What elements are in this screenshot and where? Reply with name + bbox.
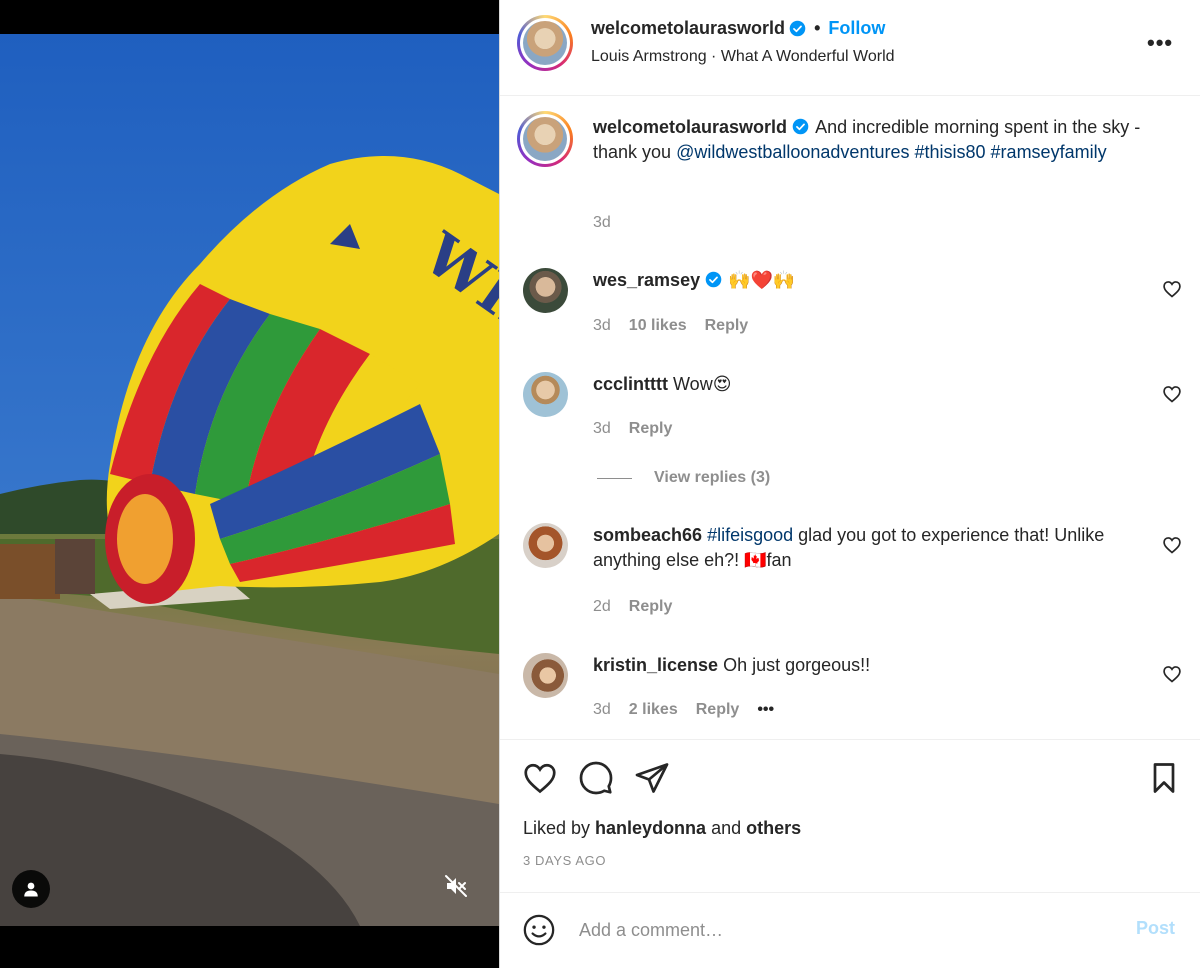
like-comment-heart-icon[interactable] xyxy=(1162,384,1182,404)
post-side-panel: welcometolaurasworld • Follow Louis Arms… xyxy=(499,0,1200,968)
reply-button[interactable]: Reply xyxy=(696,701,740,719)
comments-list[interactable]: welcometolaurasworld And incredible morni… xyxy=(500,97,1200,739)
comment-options-button[interactable]: ••• xyxy=(757,701,774,719)
like-comment-heart-icon[interactable] xyxy=(1162,535,1182,555)
user-icon xyxy=(24,882,38,897)
reply-button[interactable]: Reply xyxy=(629,598,673,616)
comment-meta: 2d Reply xyxy=(593,598,690,616)
video-frame[interactable]: WIL xyxy=(0,34,499,926)
caption-meta: 3d xyxy=(593,214,629,232)
commenter-username[interactable]: ccclintttt xyxy=(593,374,668,394)
verified-badge-icon xyxy=(789,20,806,37)
balloon-video-image: WIL xyxy=(0,34,499,926)
comment-bubble-icon[interactable] xyxy=(578,760,614,796)
hashtag-link[interactable]: #lifeisgood xyxy=(707,525,793,545)
comment-text: sombeach66 #lifeisgood glad you got to ex… xyxy=(593,523,1173,573)
reply-button[interactable]: Reply xyxy=(705,317,749,335)
comment-meta: 3d 2 likes Reply ••• xyxy=(593,701,792,719)
share-paper-plane-icon[interactable] xyxy=(634,760,670,796)
commenter-avatar[interactable] xyxy=(523,653,568,698)
caption-text: welcometolaurasworld And incredible morni… xyxy=(593,115,1173,165)
post-header: welcometolaurasworld • Follow Louis Arms… xyxy=(500,0,1200,96)
like-comment-heart-icon[interactable] xyxy=(1162,664,1182,684)
view-replies-label: View replies (3) xyxy=(654,469,771,486)
commenter-avatar[interactable] xyxy=(523,268,568,313)
emoji-icon[interactable] xyxy=(522,913,556,947)
author-username[interactable]: welcometolaurasworld xyxy=(591,18,785,39)
view-replies-button[interactable]: View replies (3) xyxy=(597,469,770,487)
audio-track-link[interactable]: Louis Armstrong · What A Wonderful World xyxy=(591,48,895,66)
commenter-avatar[interactable] xyxy=(523,523,568,568)
caption-username[interactable]: welcometolaurasworld xyxy=(593,117,787,137)
comment-body: 🙌❤️🙌 xyxy=(728,270,796,290)
verified-badge-icon xyxy=(792,118,809,135)
hashtag-link[interactable]: #thisis80 xyxy=(914,142,985,162)
comment-time[interactable]: 3d xyxy=(593,317,611,335)
more-options-button[interactable]: ••• xyxy=(1147,30,1173,56)
post-actions: Liked by hanleydonna and others 3 DAYS A… xyxy=(500,739,1200,892)
comment-text: kristin_license Oh just gorgeous!! xyxy=(593,653,1173,678)
mention-link[interactable]: @wildwestballoonadventures xyxy=(676,142,909,162)
comment-meta: 3d Reply xyxy=(593,420,690,438)
comment-likes[interactable]: 2 likes xyxy=(629,701,678,719)
add-comment-bar: Post xyxy=(500,892,1200,968)
follow-button[interactable]: Follow xyxy=(828,18,885,39)
commenter-avatar[interactable] xyxy=(523,372,568,417)
mute-button[interactable] xyxy=(440,870,472,902)
add-comment-input[interactable] xyxy=(579,915,1099,945)
reply-button[interactable]: Reply xyxy=(629,420,673,438)
like-heart-icon[interactable] xyxy=(522,760,558,796)
comment-time[interactable]: 2d xyxy=(593,598,611,616)
liked-by-prefix: Liked by xyxy=(523,818,596,838)
comment-likes[interactable]: 10 likes xyxy=(629,317,687,335)
comment-time[interactable]: 3d xyxy=(593,701,611,719)
separator-dot: • xyxy=(814,18,821,38)
commenter-username[interactable]: kristin_license xyxy=(593,655,718,675)
comment-text: wes_ramsey 🙌❤️🙌 xyxy=(593,268,1173,293)
liked-by-mid: and xyxy=(706,818,747,838)
hashtag-link[interactable]: #ramseyfamily xyxy=(991,142,1107,162)
comment-body: Wow😍 xyxy=(673,374,732,394)
replies-divider-line xyxy=(597,477,632,479)
comment-text: ccclintttt Wow😍 xyxy=(593,372,1173,397)
post-media[interactable]: WIL xyxy=(0,0,499,968)
liked-by-summary: Liked by hanleydonna and others xyxy=(523,818,801,839)
liked-by-user[interactable]: hanleydonna xyxy=(595,818,706,838)
like-comment-heart-icon[interactable] xyxy=(1162,279,1182,299)
save-bookmark-icon[interactable] xyxy=(1146,760,1182,796)
author-avatar[interactable] xyxy=(517,15,573,71)
commenter-username[interactable]: wes_ramsey xyxy=(593,270,700,290)
caption-avatar[interactable] xyxy=(517,111,573,167)
comment-meta: 3d 10 likes Reply xyxy=(593,317,766,335)
commenter-username[interactable]: sombeach66 xyxy=(593,525,702,545)
comment-body: Oh just gorgeous!! xyxy=(723,655,871,675)
header-title-line: welcometolaurasworld • Follow xyxy=(591,18,885,39)
liked-by-others[interactable]: others xyxy=(746,818,801,838)
muted-speaker-icon xyxy=(445,875,467,897)
tagged-users-button[interactable] xyxy=(12,870,50,908)
post-comment-button[interactable]: Post xyxy=(1136,918,1175,939)
post-date[interactable]: 3 DAYS AGO xyxy=(523,853,606,868)
comment-time[interactable]: 3d xyxy=(593,420,611,438)
caption-time[interactable]: 3d xyxy=(593,214,611,232)
verified-badge-icon xyxy=(705,271,722,288)
